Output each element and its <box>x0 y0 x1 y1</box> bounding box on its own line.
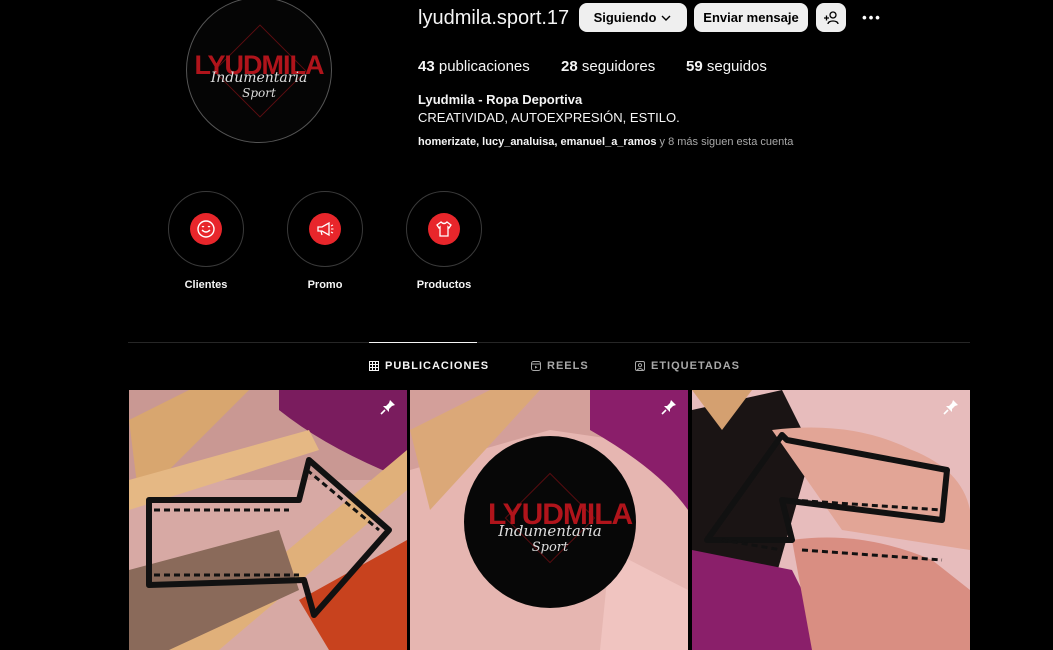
tab-label: ETIQUETADAS <box>651 360 741 372</box>
tagged-icon <box>635 361 645 371</box>
tabs-divider <box>128 342 970 343</box>
profile-bio: CREATIVIDAD, AUTOEXPRESIÓN, ESTILO. <box>418 110 680 125</box>
post-tile[interactable] <box>692 390 970 650</box>
tab-label: PUBLICACIONES <box>385 360 490 372</box>
highlight-productos[interactable]: Productos <box>406 191 482 291</box>
pin-icon <box>661 400 676 415</box>
following-stat[interactable]: 59 seguidos <box>686 58 767 75</box>
post-tile[interactable] <box>129 390 407 650</box>
add-person-icon <box>824 10 839 24</box>
following-button[interactable]: Siguiendo <box>579 3 687 32</box>
send-message-label: Enviar mensaje <box>703 10 799 25</box>
smiley-icon <box>190 213 222 245</box>
shirt-icon <box>428 213 460 245</box>
following-label: Siguiendo <box>593 10 657 25</box>
send-message-button[interactable]: Enviar mensaje <box>694 3 808 32</box>
followers-stat[interactable]: 28 seguidores <box>561 58 655 75</box>
post-image <box>129 390 407 650</box>
avatar-logo-script2: Sport <box>242 86 276 100</box>
pin-icon <box>943 400 958 415</box>
posts-count-stat: 43 publicaciones <box>418 58 530 75</box>
chevron-down-icon <box>661 15 671 21</box>
post-image <box>692 390 970 650</box>
highlight-promo[interactable]: Promo <box>287 191 363 291</box>
highlight-ring <box>287 191 363 267</box>
post-tile[interactable]: LYUDMILA Indumentaria Sport <box>410 390 688 650</box>
highlight-ring <box>168 191 244 267</box>
more-options-button[interactable]: ••• <box>858 5 886 29</box>
more-icon: ••• <box>862 9 882 25</box>
post-logo: LYUDMILA Indumentaria Sport <box>488 472 633 572</box>
reels-icon <box>531 361 541 371</box>
grid-icon <box>369 361 379 371</box>
pin-icon <box>380 400 395 415</box>
highlight-ring <box>406 191 482 267</box>
highlight-label: Productos <box>416 279 472 291</box>
followed-by-names[interactable]: homerizate, lucy_analuisa, emanuel_a_ram… <box>418 136 656 148</box>
megaphone-icon <box>309 213 341 245</box>
post-logo-script2: Sport <box>531 540 569 555</box>
post-logo-script1: Indumentaria <box>498 522 602 540</box>
tab-publicaciones[interactable]: PUBLICACIONES <box>369 360 489 372</box>
active-tab-indicator <box>369 342 477 343</box>
tab-reels[interactable]: REELS <box>531 360 589 372</box>
profile-avatar[interactable]: LYUDMILA Indumentaria Sport <box>186 0 332 143</box>
followed-by-text[interactable]: homerizate, lucy_analuisa, emanuel_a_ram… <box>418 136 793 148</box>
tab-etiquetadas[interactable]: ETIQUETADAS <box>635 360 740 372</box>
tab-label: REELS <box>547 360 589 372</box>
followed-by-suffix: y 8 más siguen esta cuenta <box>656 136 794 148</box>
profile-display-name: Lyudmila - Ropa Deportiva <box>418 92 583 107</box>
highlight-label: Promo <box>307 279 343 291</box>
highlight-clientes[interactable]: Clientes <box>168 191 244 291</box>
avatar-logo-script1: Indumentaria <box>210 70 308 86</box>
highlight-label: Clientes <box>184 279 228 291</box>
profile-username: lyudmila.sport.17 <box>418 7 570 29</box>
suggest-similar-button[interactable] <box>816 3 846 32</box>
